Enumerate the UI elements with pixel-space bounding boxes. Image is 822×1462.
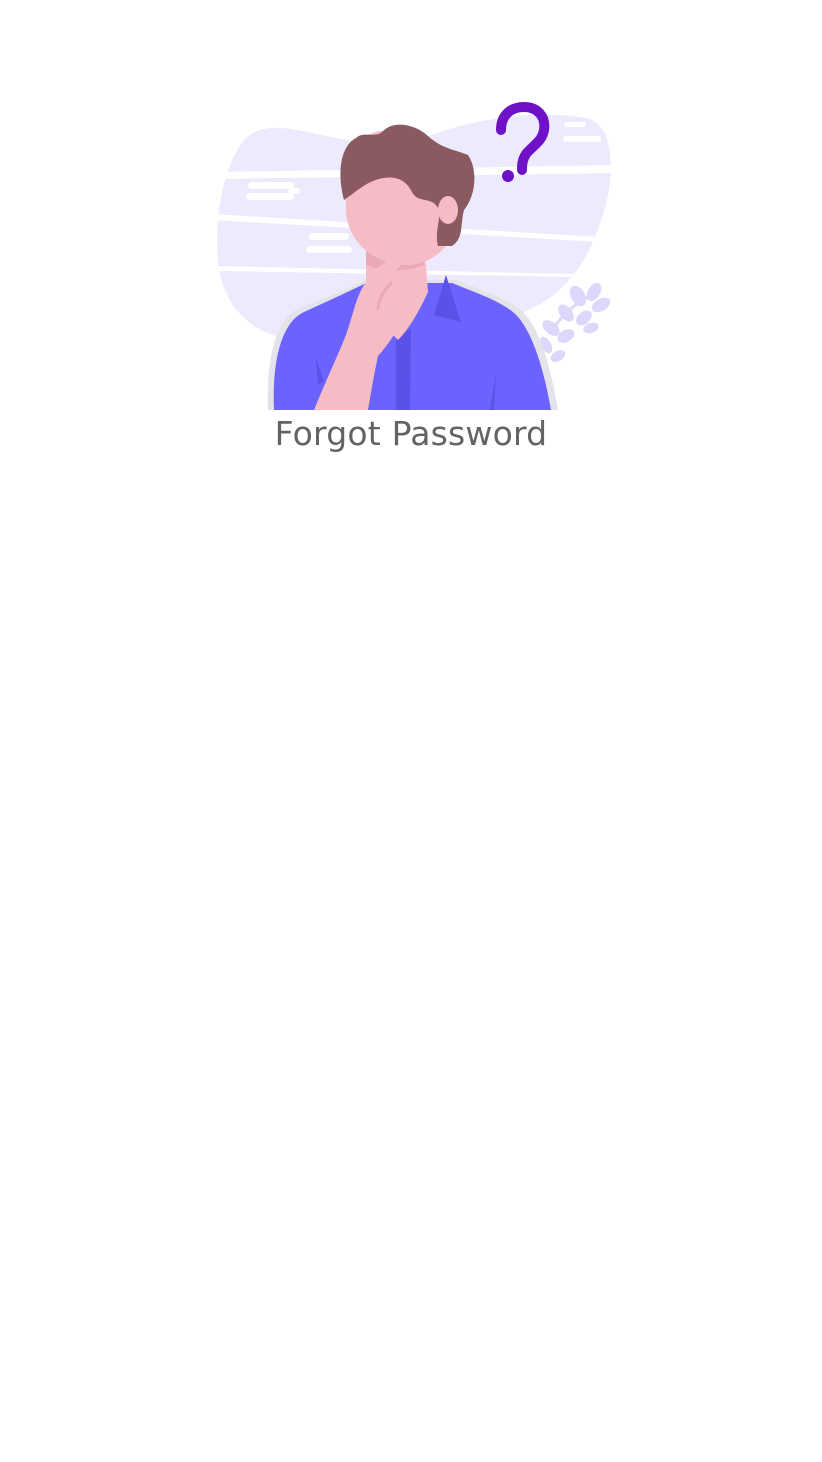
forgot-password-screen: Forgot Password (0, 0, 822, 1462)
confused-person-illustration (206, 100, 616, 410)
illustration-svg (211, 101, 614, 410)
page-title: Forgot Password (274, 414, 548, 453)
